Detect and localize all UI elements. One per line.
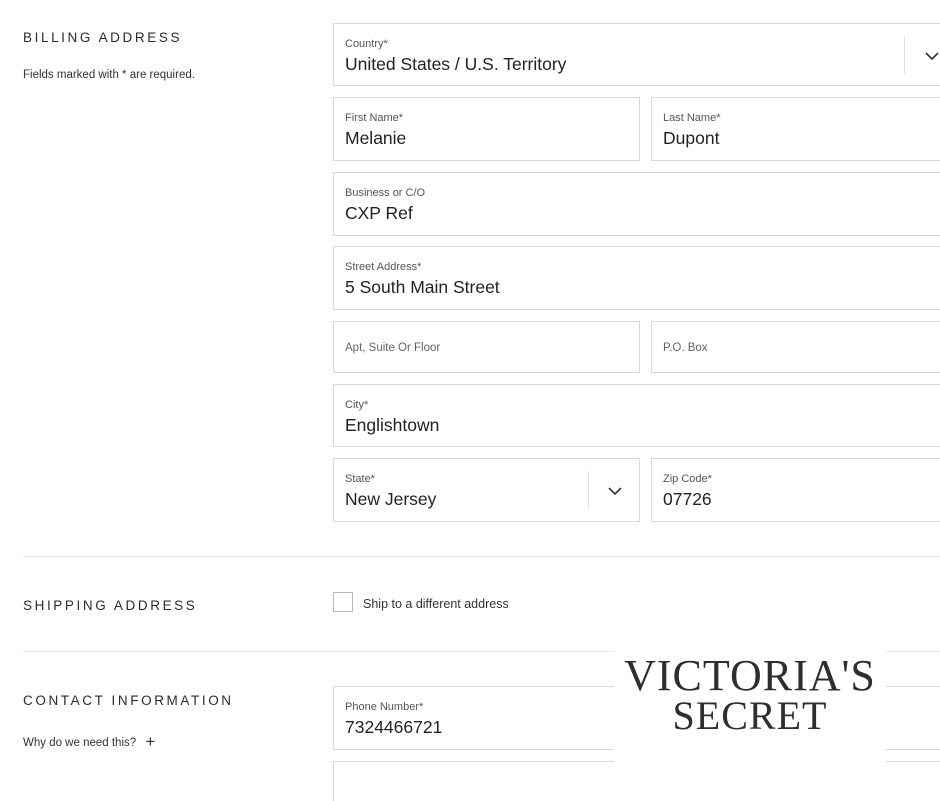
first-name-field[interactable]: First Name* Melanie [333, 97, 640, 161]
shipping-address-title: SHIPPING ADDRESS [23, 598, 198, 613]
po-box-placeholder: P.O. Box [663, 342, 708, 354]
country-select[interactable]: Country* United States / U.S. Territory [333, 23, 940, 86]
apt-suite-field[interactable]: Apt, Suite Or Floor [333, 321, 640, 373]
business-label: Business or C/O [345, 187, 426, 199]
country-value: United States / U.S. Territory [345, 54, 567, 74]
ship-different-checkbox[interactable] [333, 592, 353, 612]
business-value: CXP Ref [345, 203, 413, 223]
city-field[interactable]: City* Englishtown [333, 384, 940, 447]
first-name-value: Melanie [345, 128, 407, 148]
contact-information-title: CONTACT INFORMATION [23, 693, 234, 708]
state-value: New Jersey [345, 489, 437, 509]
last-name-field[interactable]: Last Name* Dupont [651, 97, 940, 161]
state-select[interactable]: State* New Jersey [333, 458, 640, 522]
last-name-value: Dupont [663, 128, 720, 148]
city-label: City* [345, 399, 369, 411]
section-divider [23, 556, 940, 557]
street-address-label: Street Address* [345, 261, 422, 273]
required-fields-note: Fields marked with * are required. [23, 69, 195, 81]
victorias-secret-logo: VICTORIA'S SECRET [614, 646, 886, 764]
why-need-this-link[interactable]: Why do we need this? + [23, 731, 155, 751]
next-field-partial[interactable] [333, 761, 940, 801]
state-label: State* [345, 473, 375, 485]
po-box-field[interactable]: P.O. Box [651, 321, 940, 373]
why-need-this-text: Why do we need this? [23, 737, 137, 749]
zip-code-field[interactable]: Zip Code* 07726 [651, 458, 940, 522]
last-name-label: Last Name* [663, 112, 721, 124]
country-label: Country* [345, 38, 388, 50]
zip-code-label: Zip Code* [663, 473, 712, 485]
city-value: Englishtown [345, 415, 440, 435]
billing-address-title: BILLING ADDRESS [23, 30, 183, 45]
logo-line-2: SECRET [672, 693, 828, 738]
chevron-down-icon[interactable] [923, 47, 940, 65]
apt-suite-placeholder: Apt, Suite Or Floor [345, 342, 441, 354]
phone-number-value: 7324466721 [345, 717, 443, 737]
chevron-down-icon[interactable] [606, 482, 624, 500]
street-address-value: 5 South Main Street [345, 277, 500, 297]
first-name-label: First Name* [345, 112, 404, 124]
ship-different-label[interactable]: Ship to a different address [363, 597, 509, 611]
business-field[interactable]: Business or C/O CXP Ref [333, 172, 940, 236]
plus-icon[interactable]: + [145, 732, 155, 751]
phone-number-label: Phone Number* [345, 701, 424, 713]
zip-code-value: 07726 [663, 489, 712, 509]
street-address-field[interactable]: Street Address* 5 South Main Street [333, 246, 940, 310]
